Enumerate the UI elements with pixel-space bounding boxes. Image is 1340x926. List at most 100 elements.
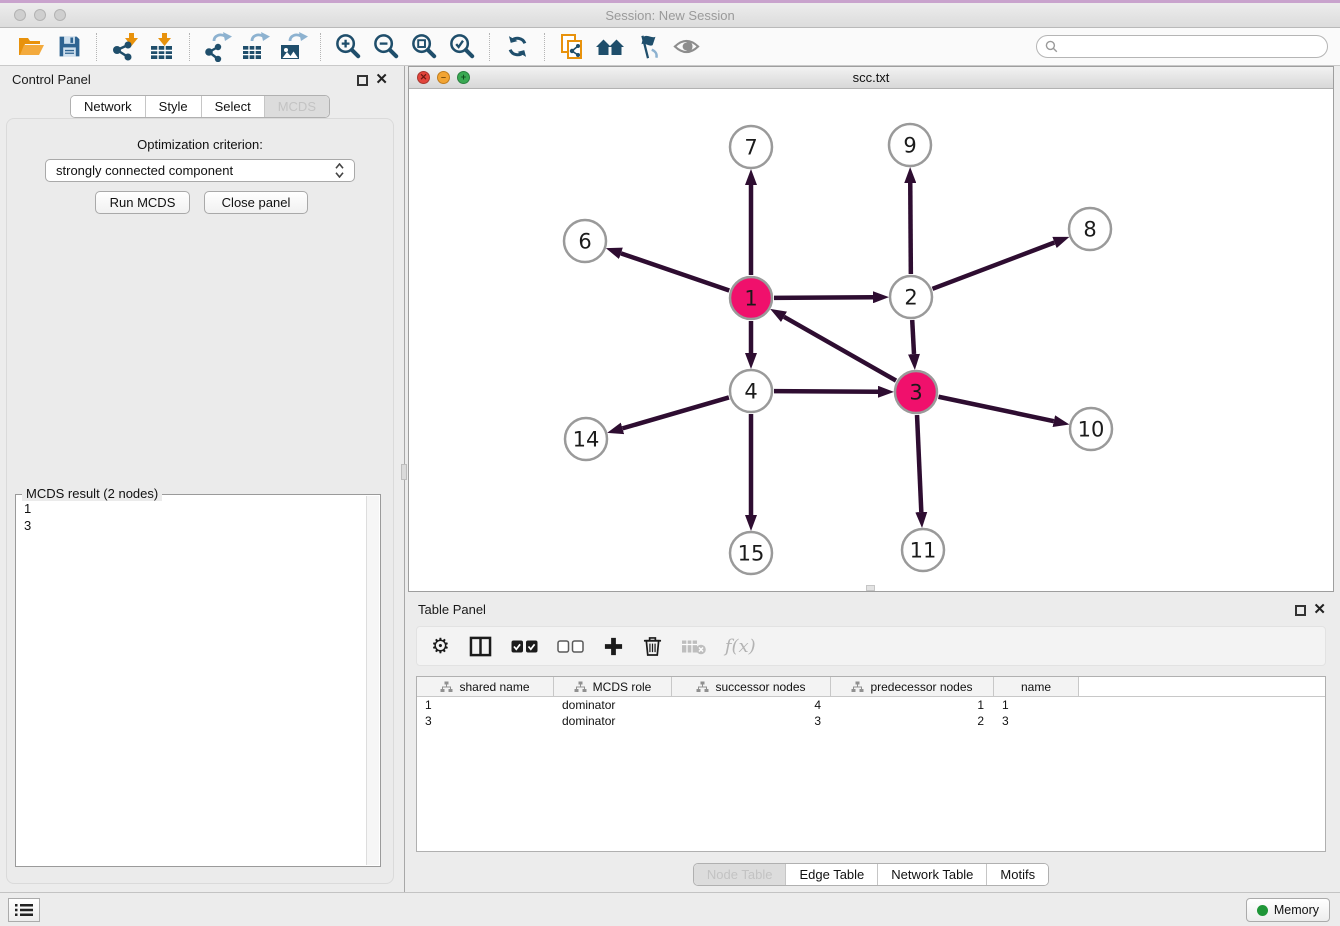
zoom-out-button[interactable] [367,31,405,63]
graph-node-4[interactable]: 4 [730,370,772,412]
vertical-splitter-handle[interactable] [401,464,407,480]
zoom-selected-button[interactable] [443,31,481,63]
graph-node-11[interactable]: 11 [902,529,944,571]
column-header-name[interactable]: name [994,677,1079,696]
table-row[interactable]: 1dominator411 [417,697,1325,713]
graph-edge-1-2[interactable] [774,297,873,298]
network-scrollbar-handle[interactable] [866,585,875,591]
export-table-button[interactable] [236,31,274,63]
graph-node-label: 4 [744,380,757,404]
graph-node-6[interactable]: 6 [564,220,606,262]
control-panel-float-icon[interactable] [357,75,368,86]
graph-node-3[interactable]: 3 [895,371,937,413]
graph-node-2[interactable]: 2 [890,276,932,318]
mcds-panel: Optimization criterion: strongly connect… [6,118,394,884]
open-folder-button[interactable] [12,31,50,63]
column-header-mcds-role[interactable]: MCDS role [554,677,672,696]
import-network-button[interactable] [105,31,143,63]
table-panel-float-icon[interactable] [1295,605,1306,616]
search-input[interactable] [1063,40,1319,54]
show-panels-button[interactable] [8,898,40,922]
column-tree-icon [851,681,864,693]
graph-edge-1-6[interactable] [621,253,729,290]
split-panel-button[interactable] [469,636,492,657]
control-panel-close-icon[interactable]: ✕ [375,71,388,89]
refresh-button[interactable] [498,31,536,63]
houses-button[interactable] [591,31,629,63]
toolbar-separator [96,33,97,61]
run-mcds-button[interactable]: Run MCDS [95,191,190,214]
table-header-row: shared nameMCDS rolesuccessor nodesprede… [417,677,1325,697]
vertical-splitter[interactable] [400,66,408,892]
table-panel-close-icon[interactable]: ✕ [1313,601,1326,619]
graph-node-8[interactable]: 8 [1069,208,1111,250]
column-header-shared-name[interactable]: shared name [417,677,554,696]
graph-node-1[interactable]: 1 [730,277,772,319]
save-icon [56,33,83,60]
eye-button[interactable] [667,31,705,63]
graph-node-label: 7 [744,136,757,160]
tab-select[interactable]: Select [202,96,265,117]
clone-network-button[interactable] [553,31,591,63]
import-table-button[interactable] [143,31,181,63]
toolbar-separator [544,33,545,61]
graph-node-label: 10 [1078,418,1105,442]
select-all-checkboxes-button[interactable] [511,640,538,653]
graph-node-label: 1 [744,287,757,311]
tab-network-table[interactable]: Network Table [878,864,987,885]
graph-edge-2-9[interactable] [910,183,911,274]
graph-edge-2-8[interactable] [933,242,1055,288]
optimization-select[interactable]: strongly connected component [45,159,355,182]
tab-node-table[interactable]: Node Table [694,864,787,885]
tab-mcds[interactable]: MCDS [265,96,329,117]
graph-edge-4-3[interactable] [774,391,878,392]
graph-edge-3-1[interactable] [784,317,896,381]
toolbar-separator [489,33,490,61]
export-network-button[interactable] [198,31,236,63]
network-canvas[interactable]: 7 9 6 8 1 2 4 3 14 10 15 11 [409,89,1333,591]
network-window-titlebar[interactable]: ✕ – + scc.txt [409,67,1333,89]
close-panel-button[interactable]: Close panel [204,191,308,214]
graph-node-14[interactable]: 14 [565,418,607,460]
function-builder-button: f(x) [725,636,756,657]
function-builder-icon: f(x) [725,636,756,657]
save-button[interactable] [50,31,88,63]
graph-edge-4-14[interactable] [622,397,728,428]
graph-edge-2-3[interactable] [912,320,914,354]
refresh-icon [504,33,531,60]
houses-icon [595,32,625,62]
deselect-all-checkboxes-button[interactable] [557,640,584,653]
import-network-icon [109,32,139,62]
tab-network[interactable]: Network [71,96,146,117]
column-header-predecessor-nodes[interactable]: predecessor nodes [831,677,994,696]
tab-motifs[interactable]: Motifs [987,864,1048,885]
search-box[interactable] [1036,35,1328,58]
column-label: name [1021,680,1051,694]
mcds-result-list[interactable]: 13 [17,496,365,865]
export-image-button[interactable] [274,31,312,63]
tab-style[interactable]: Style [146,96,202,117]
graph-node-label: 15 [738,542,765,566]
column-header-successor-nodes[interactable]: successor nodes [672,677,831,696]
graph-node-15[interactable]: 15 [730,532,772,574]
graph-edge-3-11[interactable] [917,415,921,512]
add-row-button[interactable] [603,636,624,657]
graph-node-10[interactable]: 10 [1070,408,1112,450]
graph-node-7[interactable]: 7 [730,126,772,168]
zoom-in-button[interactable] [329,31,367,63]
style-brush-button[interactable] [629,31,667,63]
zoom-fit-button[interactable] [405,31,443,63]
graph-node-9[interactable]: 9 [889,124,931,166]
mcds-result-scrollbar[interactable] [366,496,379,865]
tab-edge-table[interactable]: Edge Table [786,864,878,885]
optimization-criterion-label: Optimization criterion: [7,137,393,152]
eye-icon [672,32,701,61]
network-graph[interactable]: 7 9 6 8 1 2 4 3 14 10 15 11 [409,89,1333,591]
graph-edge-3-10[interactable] [939,397,1054,421]
table-row[interactable]: 3dominator323 [417,713,1325,729]
memory-button[interactable]: Memory [1246,898,1330,922]
node-table: shared nameMCDS rolesuccessor nodesprede… [416,676,1326,852]
delete-row-button[interactable] [643,635,662,657]
table-toolbar: ⚙ f(x) [416,626,1326,666]
settings-button[interactable]: ⚙ [431,636,450,657]
